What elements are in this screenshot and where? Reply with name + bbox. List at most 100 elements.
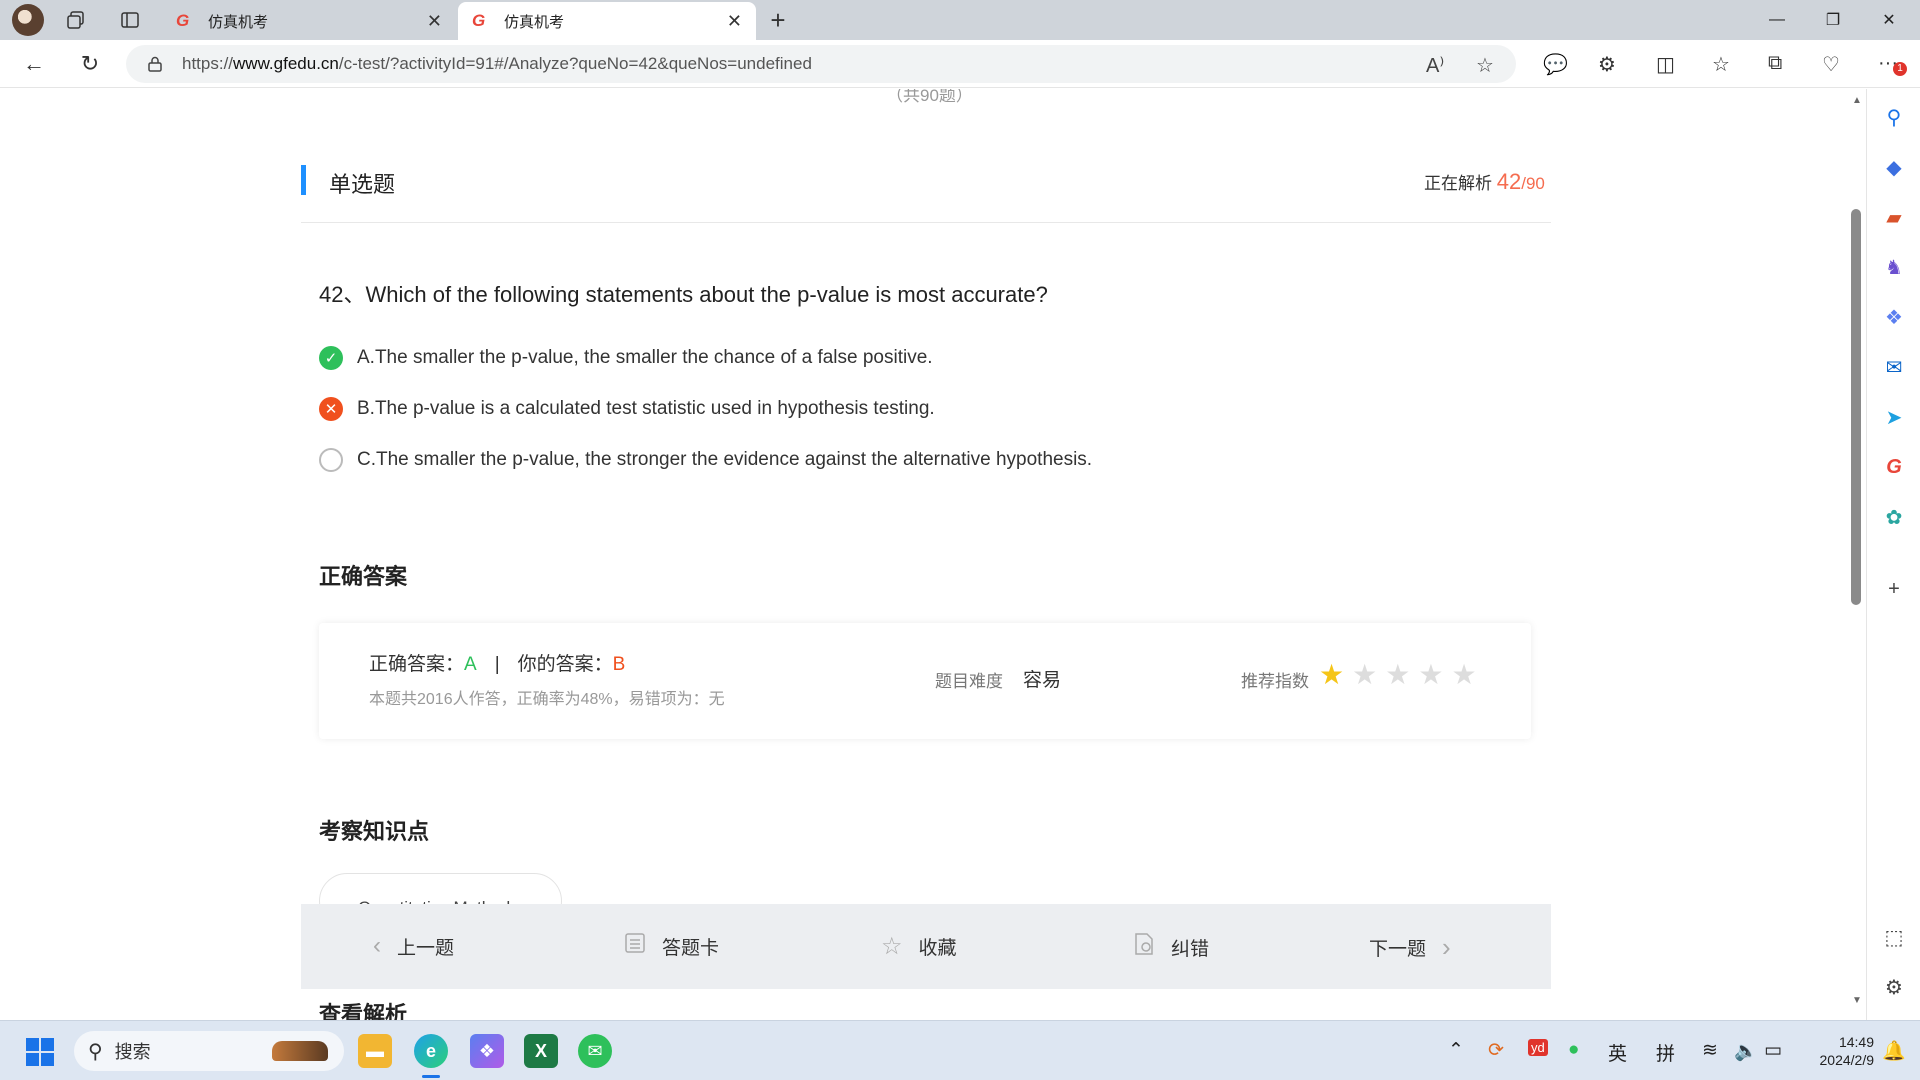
battery-icon[interactable]: ▭ — [1764, 1039, 1782, 1062]
chevron-up-icon[interactable]: ⌃ — [1448, 1039, 1464, 1062]
windows-taskbar: ⚲ 搜索 ▬ e ❖ X ✉ ⌃ ⟳ yd ● 英 拼 ≋ 🔈 ▭ 14:49 … — [0, 1020, 1920, 1080]
excel-icon[interactable]: X — [524, 1034, 558, 1068]
lock-icon — [148, 56, 162, 72]
restore-button[interactable]: ❐ — [1806, 0, 1860, 40]
collections-icon[interactable]: ⧉ — [1768, 52, 1782, 75]
recommend-stars: ★ ★ ★ ★ ★ — [1319, 661, 1485, 689]
chat-bubble-icon[interactable]: 💬 — [1543, 52, 1568, 77]
cross-circle-icon: ✕ — [319, 397, 343, 421]
outlook-icon[interactable]: ✉ — [1882, 355, 1906, 379]
send-plane-icon[interactable]: ➤ — [1882, 405, 1906, 429]
close-window-button[interactable]: ✕ — [1862, 0, 1916, 40]
answer-card-button[interactable]: 答题卡 — [624, 932, 719, 961]
prev-question-button[interactable]: ‹ 上一题 — [373, 932, 454, 960]
wechat-icon[interactable]: ✉ — [578, 1034, 612, 1068]
tab-simulation-exam-2[interactable]: G 仿真机考 ✕ — [458, 2, 756, 40]
tab-label: 仿真机考 — [208, 13, 269, 31]
search-icon: ⚲ — [88, 1040, 103, 1063]
copilot-taskbar-icon[interactable]: ❖ — [470, 1034, 504, 1068]
bottom-nav-bar: ‹ 上一题 答题卡 ☆ 收藏 纠错 下一题 › — [301, 904, 1551, 989]
correct-answer-value: A — [464, 654, 477, 675]
shopping-tag-icon[interactable]: ◆ — [1882, 155, 1906, 179]
answer-card: 正确答案：A | 你的答案：B 本题共2016人作答，正确率为48%，易错项为：无 … — [319, 623, 1531, 739]
chevron-right-icon: › — [1442, 932, 1451, 962]
sync-icon[interactable]: ⟳ — [1488, 1039, 1504, 1062]
star-outline-icon: ☆ — [881, 933, 903, 960]
close-icon[interactable]: ✕ — [427, 11, 442, 32]
empty-circle-icon — [319, 448, 343, 472]
tools-briefcase-icon[interactable]: ▰ — [1882, 205, 1906, 229]
workspaces-icon[interactable] — [62, 6, 90, 34]
file-explorer-icon[interactable]: ▬ — [358, 1034, 392, 1068]
option-text: B.The p-value is a calculated test stati… — [357, 398, 935, 419]
next-question-button[interactable]: 下一题 › — [1369, 932, 1451, 963]
wechat-tray-icon[interactable]: ● — [1568, 1039, 1579, 1061]
minimize-button[interactable]: — — [1750, 0, 1804, 40]
taskbar-search[interactable]: ⚲ 搜索 — [74, 1031, 344, 1071]
grid-card-icon — [624, 932, 646, 961]
copilot-icon[interactable]: ❖ — [1882, 305, 1906, 329]
your-answer-value: B — [612, 654, 626, 675]
header-divider — [301, 222, 1551, 223]
profile-avatar[interactable] — [12, 4, 44, 36]
extensions-puzzle-icon[interactable]: ⚙ — [1598, 52, 1616, 77]
gfedu-app-icon[interactable]: G — [1882, 455, 1906, 479]
tab-simulation-exam-1[interactable]: G 仿真机考 ✕ — [162, 2, 456, 40]
favorite-button[interactable]: ☆ 收藏 — [881, 932, 957, 961]
notification-bell-icon[interactable]: 🔔 — [1882, 1039, 1906, 1063]
tab-actions-icon[interactable] — [116, 6, 144, 34]
search-icon[interactable]: ⚲ — [1882, 105, 1906, 129]
youdao-icon[interactable]: yd — [1528, 1039, 1548, 1056]
add-plus-icon[interactable]: + — [1882, 577, 1906, 601]
new-tab-icon[interactable]: + — [764, 5, 792, 35]
option-text: C.The smaller the p-value, the stronger … — [357, 449, 1093, 470]
favorite-star-icon[interactable]: ☆ — [1476, 53, 1494, 78]
wifi-icon[interactable]: ≋ — [1702, 1039, 1718, 1062]
star-filled-icon: ★ — [1319, 659, 1345, 690]
report-document-icon — [1133, 932, 1155, 963]
url-text: https://www.gfedu.cn/c-test/?activityId=… — [182, 54, 812, 73]
scroll-up-arrow-icon[interactable]: ▲ — [1852, 95, 1862, 106]
option-text: A.The smaller the p-value, the smaller t… — [357, 347, 933, 368]
difficulty-label: 题目难度 — [935, 672, 1003, 691]
edge-browser-icon[interactable]: e — [414, 1034, 448, 1068]
ime-mode[interactable]: 拼 — [1656, 1039, 1675, 1066]
question-type-accent — [301, 165, 306, 195]
read-aloud-icon[interactable]: A⁾ — [1426, 53, 1444, 78]
question-type-title: 单选题 — [329, 172, 396, 197]
check-circle-icon: ✓ — [319, 346, 343, 370]
search-highlight-image — [272, 1041, 328, 1061]
edge-sidebar: ⚲ ◆ ▰ ♞ ❖ ✉ ➤ G ✿ + ⬚ ⚙ — [1866, 89, 1920, 1020]
split-screen-icon[interactable]: ◫ — [1656, 52, 1675, 77]
games-chess-icon[interactable]: ♞ — [1882, 255, 1906, 279]
chevron-left-icon: ‹ — [373, 932, 381, 959]
windows-start-icon[interactable] — [26, 1038, 54, 1066]
star-empty-icon: ★ — [1451, 659, 1477, 690]
option-a: ✓ A.The smaller the p-value, the smaller… — [319, 346, 933, 370]
scroll-down-arrow-icon[interactable]: ▼ — [1852, 995, 1862, 1006]
settings-gear-icon[interactable]: ⚙ — [1882, 975, 1906, 999]
close-icon[interactable]: ✕ — [727, 11, 742, 32]
star-empty-icon: ★ — [1418, 659, 1444, 690]
star-empty-icon: ★ — [1352, 659, 1378, 690]
ime-language[interactable]: 英 — [1608, 1039, 1627, 1066]
analysis-progress: 正在解析 42/90 — [1424, 169, 1545, 194]
view-analysis-heading: 查看解析 — [319, 1002, 408, 1020]
volume-icon[interactable]: 🔈 — [1734, 1039, 1758, 1063]
system-clock[interactable]: 14:49 2024/2/9 — [1798, 1033, 1875, 1069]
flower-app-icon[interactable]: ✿ — [1882, 505, 1906, 529]
tab-strip: G 仿真机考 ✕ G 仿真机考 ✕ + — ❐ ✕ — [0, 0, 1920, 40]
difficulty-value: 容易 — [1023, 670, 1062, 691]
screenshot-icon[interactable]: ⬚ — [1882, 925, 1906, 949]
browser-essentials-icon[interactable]: ♡ — [1822, 52, 1840, 77]
option-b: ✕ B.The p-value is a calculated test sta… — [319, 397, 935, 421]
total-questions-label: （共90题） — [886, 89, 973, 105]
back-arrow-icon[interactable]: ← — [20, 50, 48, 78]
gfedu-favicon-icon: G — [176, 11, 190, 30]
report-error-button[interactable]: 纠错 — [1133, 932, 1209, 963]
notification-badge: 1 — [1893, 62, 1907, 76]
favorites-list-icon[interactable]: ☆ — [1712, 52, 1730, 77]
scrollbar-thumb[interactable] — [1851, 209, 1861, 605]
refresh-icon[interactable]: ↻ — [76, 50, 104, 78]
address-bar[interactable]: https://www.gfedu.cn/c-test/?activityId=… — [126, 45, 1516, 83]
